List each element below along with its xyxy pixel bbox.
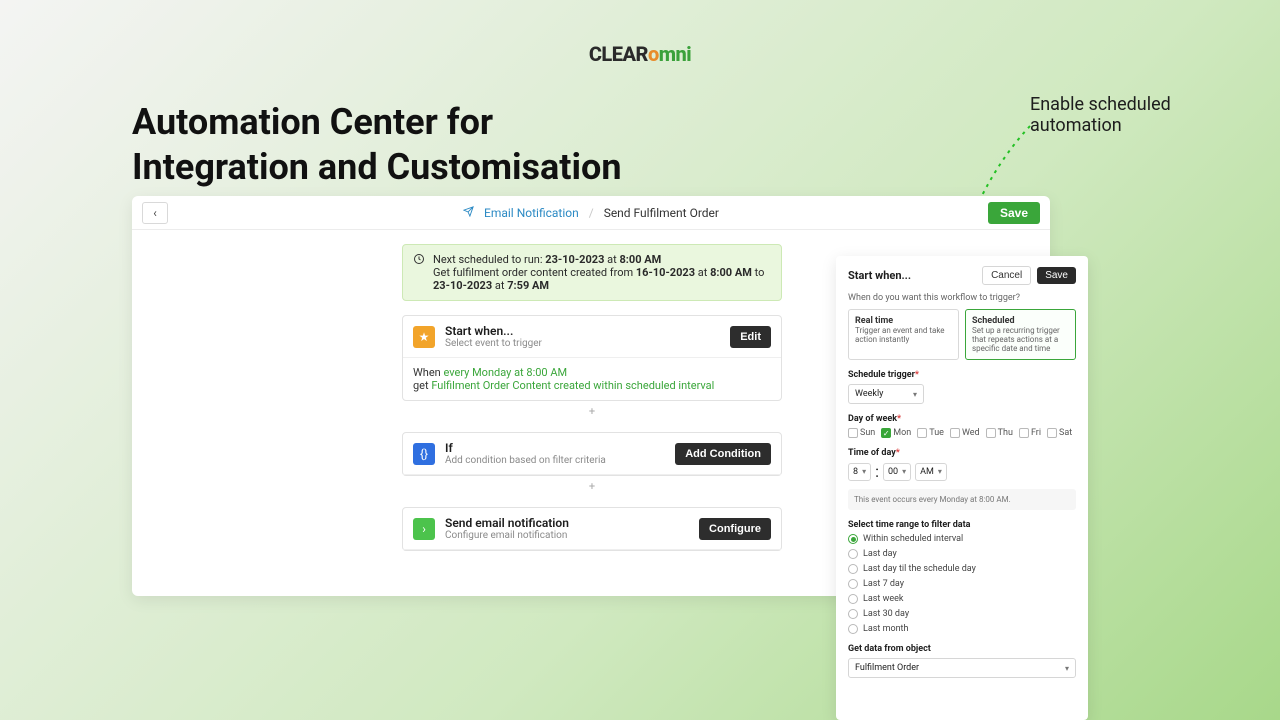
- start-body: When every Monday at 8:00 AM get Fulfilm…: [403, 358, 781, 400]
- action-sub: Configure email notification: [445, 530, 569, 541]
- checkbox-icon: [986, 428, 996, 438]
- chevron-down-icon: ▾: [938, 467, 942, 476]
- range-option[interactable]: Last week: [848, 594, 1076, 604]
- range-label: Select time range to filter data: [848, 520, 1076, 530]
- panel-question: When do you want this workflow to trigge…: [848, 293, 1076, 303]
- range-option[interactable]: Last day: [848, 549, 1076, 559]
- start-data-link[interactable]: Fulfilment Order Content created within …: [431, 379, 714, 392]
- checkbox-icon: [917, 428, 927, 438]
- day-of-week-label: Day of week: [848, 414, 897, 424]
- next-run-notice: Next scheduled to run: 23-10-2023 at 8:0…: [402, 244, 782, 301]
- panel-save-button[interactable]: Save: [1037, 267, 1076, 284]
- radio-icon: [848, 594, 858, 604]
- day-checkbox-fri[interactable]: Fri: [1019, 428, 1041, 438]
- save-button[interactable]: Save: [988, 202, 1040, 224]
- plus-connector-icon[interactable]: +: [402, 405, 782, 418]
- panel-title: Start when...: [848, 269, 976, 282]
- configure-button[interactable]: Configure: [699, 518, 771, 540]
- radio-icon: [848, 549, 858, 559]
- breadcrumb-current: Send Fulfilment Order: [604, 206, 719, 220]
- workflow-step-start: ★ Start when... Select event to trigger …: [402, 315, 782, 401]
- page-headline: Automation Center for Integration and Cu…: [132, 100, 622, 190]
- object-select[interactable]: Fulfilment Order▾: [848, 658, 1076, 678]
- start-sub: Select event to trigger: [445, 338, 542, 349]
- cancel-button[interactable]: Cancel: [982, 266, 1031, 285]
- time-of-day-label: Time of day: [848, 448, 896, 458]
- start-title: Start when...: [445, 324, 542, 338]
- editor-topbar: ‹ Email Notification / Send Fulfilment O…: [132, 196, 1050, 230]
- day-checkbox-wed[interactable]: Wed: [950, 428, 980, 438]
- radio-icon: [848, 609, 858, 619]
- radio-icon: [848, 564, 858, 574]
- braces-icon: {}: [413, 443, 435, 465]
- minute-select[interactable]: 00▾: [883, 463, 911, 481]
- hour-select[interactable]: 8▾: [848, 463, 871, 481]
- back-button[interactable]: ‹: [142, 202, 168, 224]
- clock-icon: [413, 253, 425, 292]
- object-label: Get data from object: [848, 644, 1076, 654]
- chevron-down-icon: ▾: [902, 467, 906, 476]
- checkbox-icon: [848, 428, 858, 438]
- day-checkbox-thu[interactable]: Thu: [986, 428, 1013, 438]
- chevron-down-icon: ▾: [1065, 664, 1069, 673]
- logo-part2: o: [648, 42, 659, 66]
- range-option[interactable]: Last 30 day: [848, 609, 1076, 619]
- day-checkbox-tue[interactable]: Tue: [917, 428, 944, 438]
- radio-icon: [848, 624, 858, 634]
- brand-logo: CLEARomni: [0, 42, 1280, 66]
- checkbox-icon: [1047, 428, 1057, 438]
- logo-part3: mni: [659, 42, 691, 66]
- chevron-down-icon: ▾: [913, 390, 917, 399]
- range-option[interactable]: Last day til the schedule day: [848, 564, 1076, 574]
- range-option[interactable]: Last month: [848, 624, 1076, 634]
- annotation-right: Enable scheduled automation: [1030, 94, 1171, 136]
- cond-title: If: [445, 441, 606, 455]
- action-title: Send email notification: [445, 516, 569, 530]
- logo-part1: CLEAR: [589, 42, 648, 66]
- cond-sub: Add condition based on filter criteria: [445, 455, 606, 466]
- day-checkbox-sat[interactable]: Sat: [1047, 428, 1072, 438]
- radio-icon: [848, 579, 858, 589]
- checkbox-icon: [1019, 428, 1029, 438]
- trigger-option-scheduled[interactable]: Scheduled Set up a recurring trigger tha…: [965, 309, 1076, 360]
- breadcrumb-sep: /: [589, 206, 594, 220]
- checkbox-icon: ✓: [881, 428, 891, 438]
- schedule-trigger-select[interactable]: Weekly▾: [848, 384, 924, 404]
- checkbox-icon: [950, 428, 960, 438]
- day-checkbox-sun[interactable]: Sun: [848, 428, 875, 438]
- day-checkbox-mon[interactable]: ✓Mon: [881, 428, 911, 438]
- schedule-hint: This event occurs every Monday at 8:00 A…: [848, 489, 1076, 510]
- paper-plane-icon: [463, 206, 474, 220]
- add-condition-button[interactable]: Add Condition: [675, 443, 771, 465]
- ampm-select[interactable]: AM▾: [915, 463, 947, 481]
- chevron-down-icon: ▾: [862, 467, 866, 476]
- start-when-panel: Start when... Cancel Save When do you wa…: [836, 256, 1088, 720]
- send-icon: ›: [413, 518, 435, 540]
- star-icon: ★: [413, 326, 435, 348]
- breadcrumb: Email Notification / Send Fulfilment Ord…: [463, 206, 719, 220]
- workflow-step-condition: {} If Add condition based on filter crit…: [402, 432, 782, 476]
- plus-connector-icon[interactable]: +: [402, 480, 782, 493]
- range-option[interactable]: Last 7 day: [848, 579, 1076, 589]
- radio-icon: [848, 534, 858, 544]
- start-schedule-link[interactable]: every Monday at 8:00 AM: [443, 366, 567, 379]
- trigger-option-realtime[interactable]: Real time Trigger an event and take acti…: [848, 309, 959, 360]
- range-option[interactable]: Within scheduled interval: [848, 534, 1076, 544]
- breadcrumb-type[interactable]: Email Notification: [484, 206, 579, 220]
- schedule-trigger-label: Schedule trigger: [848, 370, 915, 380]
- workflow-step-action: › Send email notification Configure emai…: [402, 507, 782, 551]
- edit-button[interactable]: Edit: [730, 326, 771, 348]
